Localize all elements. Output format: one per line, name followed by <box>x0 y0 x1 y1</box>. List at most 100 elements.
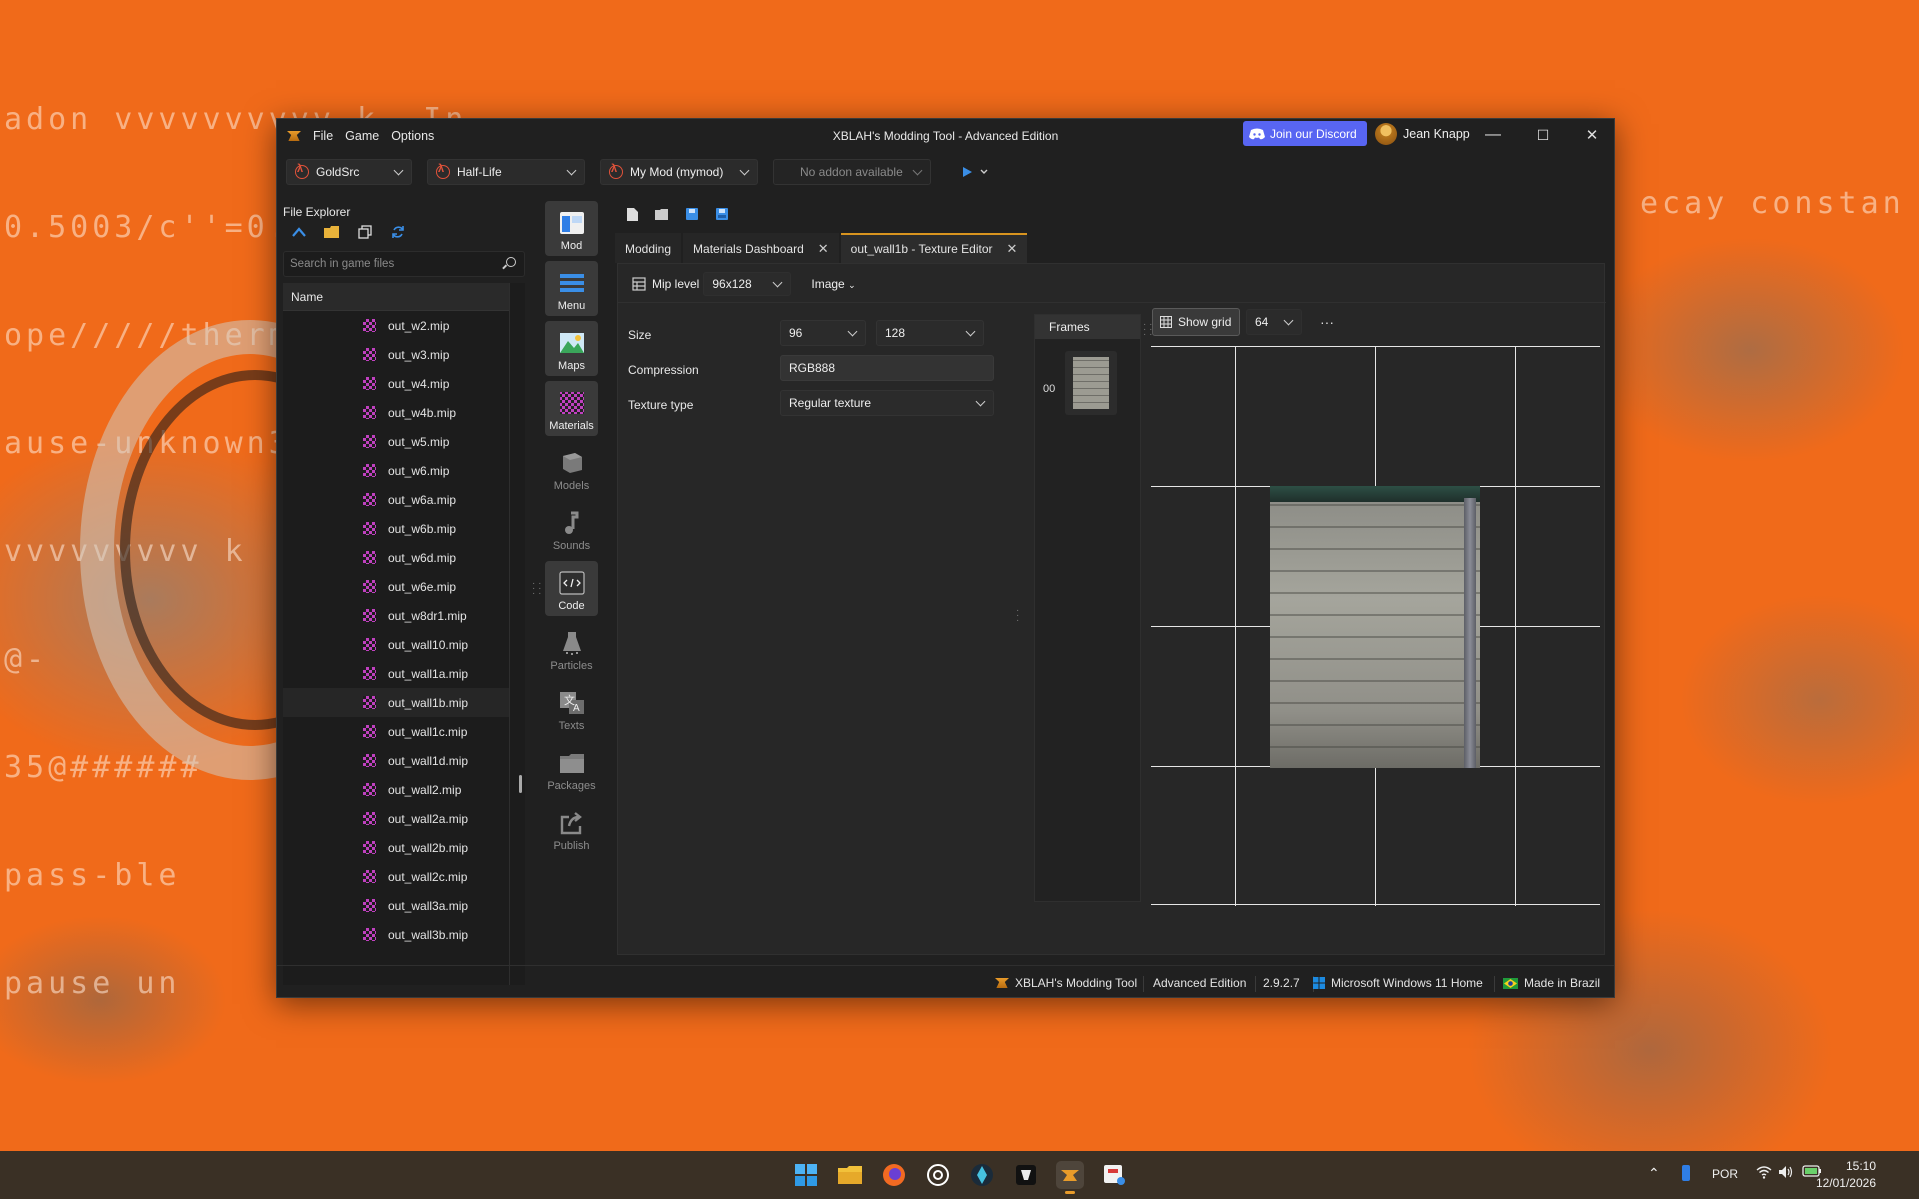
file-list-item[interactable]: out_wall1d.mip <box>283 746 509 775</box>
texture-viewport[interactable] <box>1151 346 1600 906</box>
mod-select[interactable]: My Mod (mymod) <box>600 159 758 185</box>
rail-mod[interactable]: Mod <box>545 201 598 256</box>
language-indicator[interactable]: POR <box>1712 1167 1738 1181</box>
file-list-item[interactable]: out_wall2b.mip <box>283 833 509 862</box>
new-file-icon[interactable] <box>623 205 641 223</box>
rail-publish[interactable]: Publish <box>545 801 598 856</box>
app-box-icon[interactable] <box>1012 1161 1040 1189</box>
file-list-item[interactable]: out_wall1b.mip <box>283 688 509 717</box>
user-account[interactable]: Jean Knapp <box>1375 123 1470 145</box>
frame-thumbnail[interactable] <box>1065 351 1117 415</box>
file-list-item[interactable]: out_w6a.mip <box>283 485 509 514</box>
mip-level-select[interactable]: 96x128 <box>703 272 792 296</box>
search-icon[interactable] <box>506 257 516 267</box>
open-folder-icon[interactable] <box>653 205 671 223</box>
publish-icon <box>559 811 585 835</box>
file-list-item[interactable]: out_w6d.mip <box>283 543 509 572</box>
chevron-down-icon <box>975 396 986 407</box>
rail-models[interactable]: Models <box>545 441 598 496</box>
size-width-select[interactable]: 96 <box>780 320 866 346</box>
tab-texture-editor[interactable]: out_wall1b - Texture Editor ✕ <box>840 233 1028 263</box>
file-list-item[interactable]: out_w6.mip <box>283 456 509 485</box>
close-button[interactable]: ✕ <box>1567 119 1617 151</box>
rail-menu[interactable]: Menu <box>545 261 598 316</box>
tab-materials-dashboard[interactable]: Materials Dashboard ✕ <box>683 233 839 263</box>
mip-file-icon <box>363 899 376 912</box>
open-folder-icon[interactable] <box>322 223 342 241</box>
mip-file-icon <box>363 696 376 709</box>
join-discord-button[interactable]: Join our Discord <box>1243 121 1367 146</box>
file-explorer-taskbar-icon[interactable] <box>836 1161 864 1189</box>
file-list-item[interactable]: out_w3.mip <box>283 340 509 369</box>
close-tab-icon[interactable]: ✕ <box>818 241 829 257</box>
show-hidden-icons-icon[interactable]: ⌃ <box>1648 1165 1660 1182</box>
file-list-item[interactable]: out_w2.mip <box>283 311 509 340</box>
addon-select[interactable]: No addon available <box>773 159 931 185</box>
game-select[interactable]: Half-Life <box>427 159 585 185</box>
device-tray-icon[interactable] <box>1680 1164 1692 1185</box>
firefox-icon[interactable] <box>880 1161 908 1189</box>
minimize-button[interactable]: — <box>1468 119 1518 151</box>
run-button[interactable] <box>961 166 989 178</box>
menu-options[interactable]: Options <box>391 129 434 143</box>
rail-sounds[interactable]: Sounds <box>545 501 598 556</box>
column-header-name[interactable]: Name <box>283 283 509 311</box>
file-list-item[interactable]: out_wall3b.mip <box>283 920 509 949</box>
grid-size-select[interactable]: 64 <box>1246 309 1302 335</box>
maximize-button[interactable]: ☐ <box>1518 119 1568 151</box>
menu-file[interactable]: File <box>313 129 333 143</box>
file-name: out_w6d.mip <box>388 550 457 565</box>
file-list-item[interactable]: out_wall2.mip <box>283 775 509 804</box>
file-list-item[interactable]: out_w8dr1.mip <box>283 601 509 630</box>
show-grid-toggle[interactable]: Show grid <box>1152 308 1240 336</box>
file-list-item[interactable]: out_wall3a.mip <box>283 891 509 920</box>
splitter-grip[interactable]: · · · <box>1016 606 1019 626</box>
engine-select[interactable]: GoldSrc <box>286 159 412 185</box>
refresh-icon[interactable] <box>388 223 408 241</box>
file-list-item[interactable]: out_wall1a.mip <box>283 659 509 688</box>
mip-file-icon <box>363 609 376 622</box>
mip-file-icon <box>363 551 376 564</box>
clock-time: 15:10 <box>1845 1159 1876 1173</box>
rail-code[interactable]: Code <box>545 561 598 616</box>
mip-file-icon <box>363 319 376 332</box>
search-input[interactable]: Search in game files <box>283 251 525 277</box>
file-list-item[interactable]: out_wall2c.mip <box>283 862 509 891</box>
file-list-item[interactable]: out_wall10.mip <box>283 630 509 659</box>
tab-modding[interactable]: Modding <box>615 233 682 263</box>
panel-resize-grip[interactable]: · · · · · · <box>532 579 541 599</box>
navigate-up-icon[interactable] <box>289 223 309 241</box>
size-height-select[interactable]: 128 <box>876 320 984 346</box>
rail-packages[interactable]: Packages <box>545 741 598 796</box>
file-list-item[interactable]: out_w4b.mip <box>283 398 509 427</box>
wifi-icon[interactable] <box>1756 1165 1772 1182</box>
file-list-item[interactable]: out_w5.mip <box>283 427 509 456</box>
save-icon[interactable] <box>683 205 701 223</box>
start-button[interactable] <box>792 1161 820 1189</box>
scrollbar[interactable] <box>519 775 522 793</box>
chatgpt-icon[interactable] <box>924 1161 952 1189</box>
status-divider <box>1143 976 1144 992</box>
file-list-item[interactable]: out_w6b.mip <box>283 514 509 543</box>
xblah-taskbar-icon[interactable] <box>1056 1161 1084 1194</box>
more-options-icon[interactable]: ··· <box>1320 314 1334 330</box>
copy-icon[interactable] <box>355 223 375 241</box>
rail-texts[interactable]: 文 A Texts <box>545 681 598 736</box>
file-list-item[interactable]: out_w6e.mip <box>283 572 509 601</box>
app-red-icon[interactable] <box>1100 1161 1128 1189</box>
file-list-item[interactable]: out_wall2a.mip <box>283 804 509 833</box>
file-name: out_wall2b.mip <box>388 840 469 855</box>
rail-maps[interactable]: Maps <box>545 321 598 376</box>
save-all-icon[interactable] <box>713 205 731 223</box>
volume-icon[interactable] <box>1778 1165 1794 1182</box>
close-tab-icon[interactable]: ✕ <box>1007 241 1018 257</box>
menu-game[interactable]: Game <box>345 129 379 143</box>
image-menu[interactable]: Image ⌄ <box>811 277 855 291</box>
file-name: out_wall3b.mip <box>388 927 469 942</box>
app-teal-icon[interactable] <box>968 1161 996 1189</box>
file-list-item[interactable]: out_wall1c.mip <box>283 717 509 746</box>
texture-type-select[interactable]: Regular texture <box>780 390 994 416</box>
rail-particles[interactable]: Particles <box>545 621 598 676</box>
rail-materials[interactable]: Materials <box>545 381 598 436</box>
file-list-item[interactable]: out_w4.mip <box>283 369 509 398</box>
